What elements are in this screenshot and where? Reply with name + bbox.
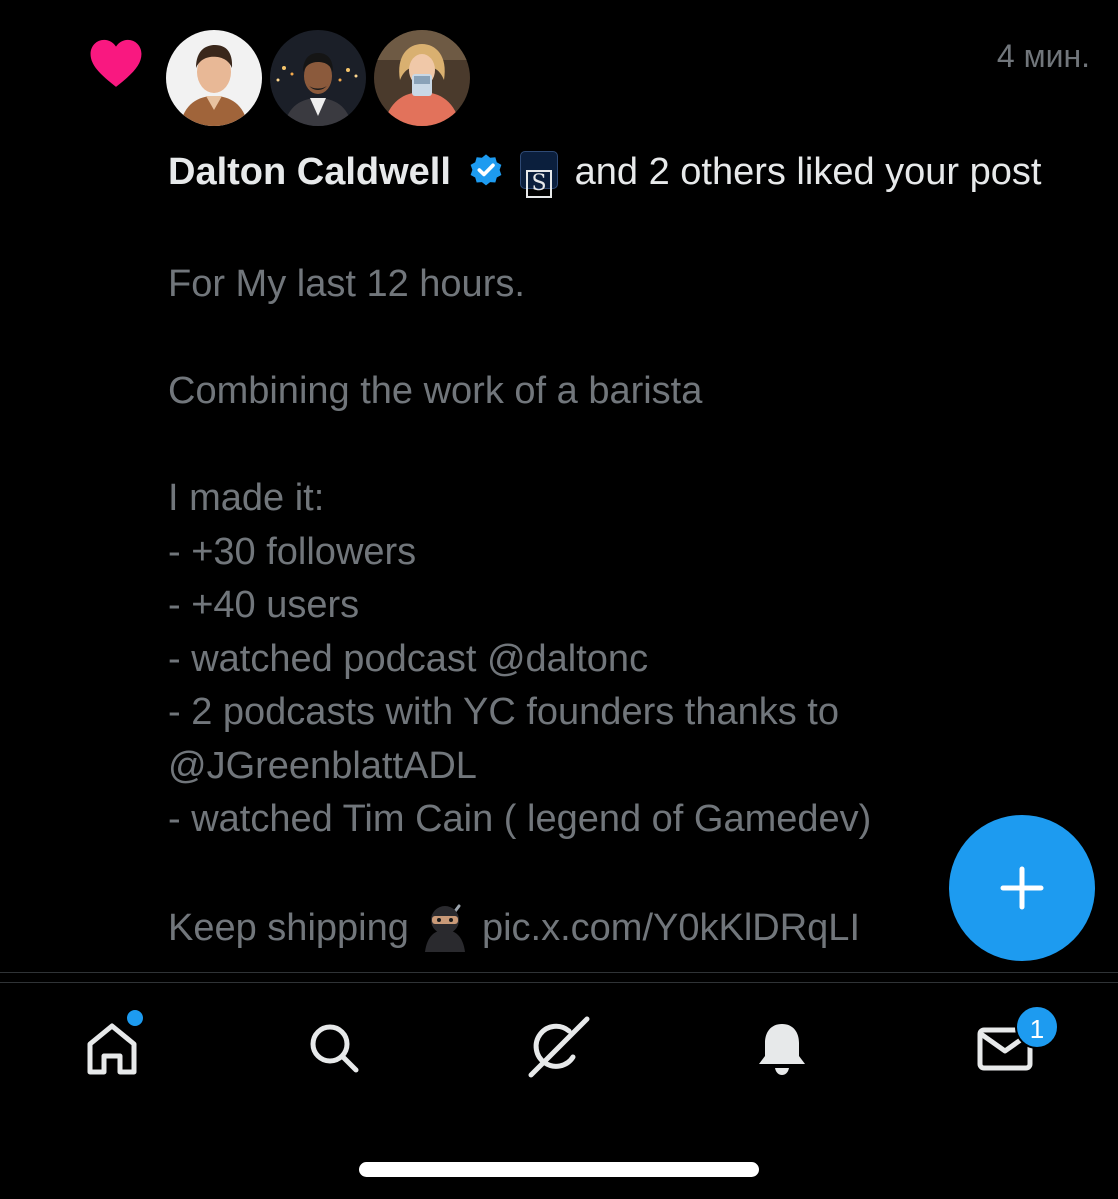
new-content-dot [125,1008,145,1028]
liked-text: and 2 others liked your post [574,151,1042,193]
post-line: Keep shipping [168,907,409,949]
nav-grok[interactable] [522,1012,594,1084]
avatar[interactable] [166,30,262,126]
post-line: @JGreenblattADL [168,744,477,787]
post-line: - +40 users [168,584,360,626]
notification-item[interactable]: 4 мин. Dalton Caldwell S and 2 others li… [0,0,1118,972]
timestamp: 4 мин. [996,38,1090,74]
messages-badge: 1 [1015,1005,1059,1049]
search-icon [310,1024,359,1073]
post-line: For My last 12 hours. [168,263,525,305]
heart-icon [90,39,142,87]
grok-icon [528,1016,590,1078]
post-line [168,419,1048,473]
post-line-last: Keep shipping pic.x.com/Y0kKlDRqLI [168,900,1048,954]
nav-search[interactable] [298,1012,370,1084]
nav-notifications[interactable] [746,1012,818,1084]
divider [0,972,1118,973]
post-line: - watched podcast @daltonc [168,637,649,680]
liked-summary: Dalton Caldwell S and 2 others liked you… [168,146,1048,199]
bell-icon [759,1024,805,1075]
post-line: - 2 podcasts with YC founders thanks to [168,691,839,733]
post-line: - +30 followers [168,530,417,573]
avatar[interactable] [374,30,470,126]
avatar[interactable] [270,30,366,126]
ninja-emoji-icon [425,904,466,952]
post-line: - watched Tim Cain ( legend of Gamedev) [168,798,872,840]
verified-badge-icon [471,154,502,186]
post-link[interactable]: pic.x.com/Y0kKlDRqLI [482,907,860,949]
post-text[interactable]: For My last 12 hours. Combining the work… [168,258,1048,954]
home-indicator[interactable] [359,1162,759,1177]
liker-name[interactable]: Dalton Caldwell [168,151,451,193]
plus-icon [1000,866,1044,910]
post-line [168,312,1048,366]
compose-button[interactable] [949,815,1095,961]
post-line: I made it: [168,477,325,519]
post-line [168,847,1048,901]
affiliate-badge-icon: S [520,151,559,198]
post-line: Combining the work of a barista [168,370,703,412]
liker-avatars [166,30,470,126]
